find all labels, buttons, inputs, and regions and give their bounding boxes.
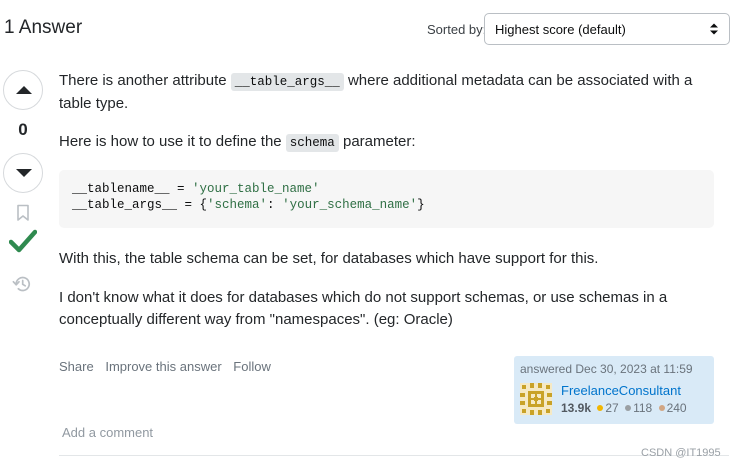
divider (59, 455, 729, 456)
code-string: 'your_schema_name' (282, 198, 418, 212)
code-token: __table_args__ = { (72, 198, 208, 212)
post-paragraph: I don't know what it does for databases … (59, 289, 668, 328)
user-card: answered Dec 30, 2023 at 11:59 Freelance… (514, 356, 714, 424)
triangle-down-icon (16, 169, 32, 177)
triangle-up-icon (16, 86, 32, 94)
code-token: __tablename__ = (72, 182, 193, 196)
silver-badge-count: 118 (633, 401, 653, 415)
avatar[interactable] (520, 383, 552, 415)
user-name-link[interactable]: FreelanceConsultant (561, 383, 681, 398)
post-paragraph: There is another attribute __table_args_… (59, 70, 714, 115)
code-string: 'schema' (207, 198, 268, 212)
text-span: There is another attribute (59, 72, 231, 89)
post-paragraph: Here is how to use it to define the sche… (59, 131, 714, 154)
reputation-line: 13.9k 27 118 240 (561, 401, 687, 415)
bronze-badge-count: 240 (666, 401, 687, 415)
gold-badge-count: 27 (605, 401, 619, 415)
inline-code: schema (285, 134, 339, 152)
answered-timestamp: answered Dec 30, 2023 at 11:59 (520, 362, 693, 376)
watermark: CSDN @IT1995 (641, 447, 721, 459)
sort-select-value: Highest score (default) (495, 22, 626, 37)
post-menu: Share Improve this answer Follow (59, 359, 279, 374)
code-string: 'your_table_name' (192, 182, 320, 196)
post-paragraph: With this, the table schema can be set, … (59, 250, 599, 267)
code-token: : (267, 198, 283, 212)
improve-answer-link[interactable]: Improve this answer (105, 359, 221, 374)
answers-count-heading: 1 Answer (4, 17, 83, 38)
reputation-score: 13.9k (561, 401, 592, 415)
text-span: Here is how to use it to define the (59, 133, 286, 150)
gold-badge-icon (597, 405, 604, 412)
code-token: } (417, 198, 425, 212)
code-block: __tablename__ = 'your_table_name' __tabl… (59, 170, 714, 228)
silver-badge-icon (625, 405, 632, 412)
downvote-button[interactable] (3, 153, 43, 193)
upvote-button[interactable] (3, 70, 43, 110)
text-span: parameter: (338, 133, 416, 150)
bookmark-icon[interactable] (16, 204, 30, 222)
sort-select[interactable]: Highest score (default) (484, 13, 730, 45)
share-link[interactable]: Share (59, 359, 94, 374)
accepted-checkmark-icon (9, 229, 37, 253)
follow-link[interactable]: Follow (233, 359, 271, 374)
updown-caret-icon (710, 23, 718, 35)
sort-label: Sorted by: (427, 22, 487, 37)
add-comment-link[interactable]: Add a comment (62, 425, 153, 440)
inline-code: __table_args__ (230, 73, 344, 91)
history-icon[interactable] (12, 275, 32, 293)
bronze-badge-icon (658, 405, 665, 412)
vote-score: 0 (18, 120, 28, 139)
